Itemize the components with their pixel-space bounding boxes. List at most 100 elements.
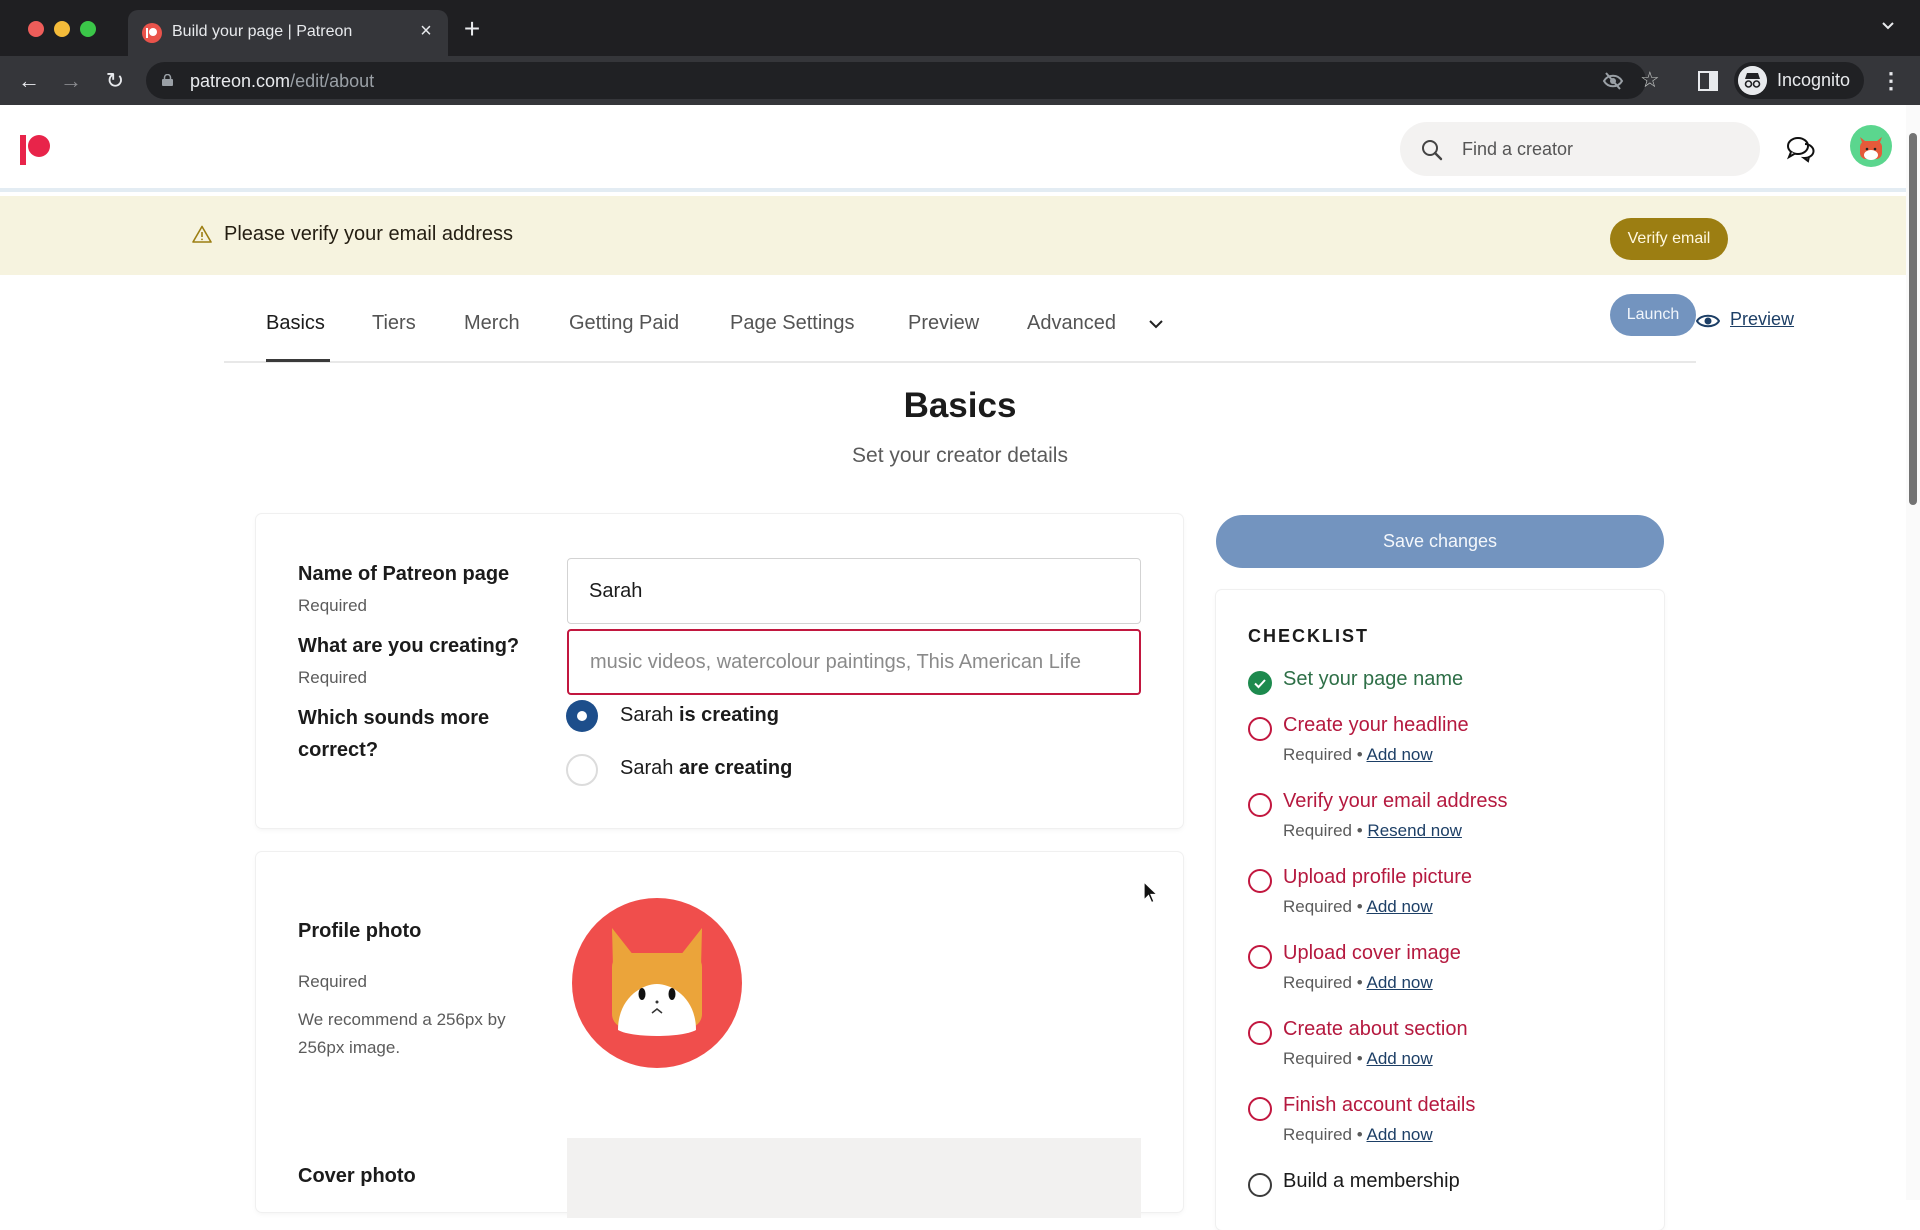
resend-now-link[interactable]: Resend now bbox=[1367, 821, 1462, 840]
required-text: Required bbox=[1283, 821, 1352, 840]
tab-merch[interactable]: Merch bbox=[464, 312, 520, 335]
option-name: Sarah bbox=[620, 757, 674, 779]
required-text: Required bbox=[1283, 973, 1352, 992]
profile-photo-label: Profile photo bbox=[298, 920, 422, 942]
back-button[interactable]: ← bbox=[14, 66, 44, 96]
required-text: Required bbox=[1283, 897, 1352, 916]
creating-input[interactable] bbox=[567, 629, 1141, 695]
creator-search[interactable] bbox=[1400, 122, 1760, 176]
tab-close-icon[interactable]: × bbox=[414, 19, 438, 43]
empty-circle-icon bbox=[1248, 869, 1272, 893]
checklist-item-label: Build a membership bbox=[1283, 1170, 1460, 1192]
browser-toolbar: ← → ↻ patreon.com/edit/about ☆ Incognito… bbox=[0, 56, 1920, 105]
checklist-item-label: Upload cover image bbox=[1283, 942, 1461, 964]
separator: • bbox=[1356, 821, 1363, 840]
page-title: Basics bbox=[903, 386, 1017, 425]
checklist-item-sub: Required • Add now bbox=[1283, 973, 1433, 993]
empty-circle-icon bbox=[1248, 945, 1272, 969]
address-bar[interactable]: patreon.com/edit/about ☆ bbox=[146, 62, 1660, 99]
cover-photo-dropzone[interactable] bbox=[567, 1138, 1141, 1218]
tab-title: Build your page | Patreon bbox=[172, 23, 353, 40]
editor-tabs: Basics Tiers Merch Getting Paid Page Set… bbox=[224, 294, 1794, 363]
tab-page-settings[interactable]: Page Settings bbox=[730, 312, 855, 335]
checklist-item-label: Create about section bbox=[1283, 1018, 1468, 1040]
window-close-button[interactable] bbox=[28, 21, 44, 37]
checklist-item-label: Upload profile picture bbox=[1283, 866, 1472, 888]
verify-email-banner: Please verify your email address Verify … bbox=[0, 196, 1906, 275]
forward-button[interactable]: → bbox=[56, 66, 86, 96]
url-text[interactable]: patreon.com/edit/about bbox=[190, 71, 374, 92]
browser-menu-icon[interactable]: ⋮ bbox=[1880, 66, 1902, 96]
chevron-down-icon[interactable] bbox=[1146, 314, 1166, 334]
tab-strip: Build your page | Patreon × + bbox=[0, 0, 1920, 56]
reload-button[interactable]: ↻ bbox=[100, 66, 130, 96]
side-panel-icon[interactable] bbox=[1698, 71, 1718, 91]
url-path: /edit/about bbox=[290, 71, 375, 91]
separator: • bbox=[1356, 973, 1363, 992]
checklist-title: CHECKLIST bbox=[1248, 626, 1369, 646]
empty-circle-icon bbox=[1248, 717, 1272, 741]
checklist-item-label: Verify your email address bbox=[1283, 790, 1508, 812]
checklist-item-sub: Required • Add now bbox=[1283, 1125, 1433, 1145]
tab-search-chevron-icon[interactable] bbox=[1876, 18, 1900, 42]
save-changes-button[interactable]: Save changes bbox=[1216, 515, 1664, 568]
tab-getting-paid[interactable]: Getting Paid bbox=[569, 312, 679, 335]
patreon-logo[interactable] bbox=[20, 135, 54, 169]
page-scrollbar[interactable] bbox=[1906, 105, 1920, 1200]
grammar-label: Which sounds more correct? bbox=[298, 707, 490, 761]
profile-photo-required: Required bbox=[298, 972, 367, 991]
user-avatar[interactable] bbox=[1850, 125, 1892, 167]
creating-label: What are you creating? bbox=[298, 635, 520, 657]
add-now-link[interactable]: Add now bbox=[1366, 745, 1432, 764]
preview-link-label[interactable]: Preview bbox=[1730, 309, 1794, 330]
verify-email-button[interactable]: Verify email bbox=[1610, 218, 1728, 260]
radio-are-creating-label[interactable]: Sarah are creating bbox=[620, 757, 792, 780]
incognito-profile-button[interactable]: Incognito bbox=[1734, 62, 1864, 99]
add-now-link[interactable]: Add now bbox=[1366, 897, 1432, 916]
launch-button[interactable]: Launch bbox=[1610, 294, 1696, 336]
separator: • bbox=[1356, 1049, 1363, 1068]
radio-are-creating[interactable] bbox=[566, 754, 598, 786]
url-host: patreon.com bbox=[190, 71, 291, 91]
messages-icon[interactable] bbox=[1786, 135, 1818, 163]
tab-tiers[interactable]: Tiers bbox=[372, 312, 416, 335]
logo-bar bbox=[20, 135, 26, 165]
search-icon bbox=[1422, 140, 1443, 161]
page-subtitle: Set your creator details bbox=[852, 444, 1068, 467]
browser-chrome: Build your page | Patreon × + ← → ↻ patr… bbox=[0, 0, 1920, 105]
empty-circle-icon bbox=[1248, 1021, 1272, 1045]
tab-basics[interactable]: Basics bbox=[266, 312, 325, 335]
page-name-input[interactable] bbox=[567, 558, 1141, 624]
checklist-item-sub: Required • Add now bbox=[1283, 745, 1433, 765]
radio-is-creating[interactable] bbox=[566, 700, 598, 732]
lock-icon bbox=[162, 74, 173, 86]
required-text: Required bbox=[1283, 745, 1352, 764]
warning-icon bbox=[192, 225, 212, 243]
add-now-link[interactable]: Add now bbox=[1366, 973, 1432, 992]
option-name: Sarah bbox=[620, 704, 674, 726]
empty-circle-icon bbox=[1248, 793, 1272, 817]
tab-advanced[interactable]: Advanced bbox=[1027, 312, 1116, 335]
checklist-item-label: Set your page name bbox=[1283, 668, 1464, 690]
checklist-card: CHECKLIST Set your page name Create your… bbox=[1216, 590, 1664, 1230]
bookmark-star-icon[interactable]: ☆ bbox=[1640, 67, 1664, 93]
patreon-favicon-icon bbox=[142, 23, 162, 43]
required-text: Required bbox=[1283, 1125, 1352, 1144]
search-input[interactable] bbox=[1462, 122, 1742, 176]
browser-tab[interactable]: Build your page | Patreon × bbox=[128, 10, 448, 56]
eye-off-icon[interactable] bbox=[1602, 71, 1624, 91]
tab-preview[interactable]: Preview bbox=[908, 312, 979, 335]
add-now-link[interactable]: Add now bbox=[1366, 1049, 1432, 1068]
check-circle-icon bbox=[1248, 671, 1272, 695]
checklist-item-sub: Required • Resend now bbox=[1283, 821, 1462, 841]
profile-photo[interactable] bbox=[572, 898, 742, 1068]
active-tab-indicator bbox=[266, 359, 330, 362]
checklist-item-sub: Required • Add now bbox=[1283, 1049, 1433, 1069]
window-maximize-button[interactable] bbox=[80, 21, 96, 37]
add-now-link[interactable]: Add now bbox=[1366, 1125, 1432, 1144]
site-header bbox=[0, 105, 1906, 192]
new-tab-button[interactable]: + bbox=[460, 15, 484, 43]
radio-is-creating-label[interactable]: Sarah is creating bbox=[620, 704, 779, 727]
window-minimize-button[interactable] bbox=[54, 21, 70, 37]
separator: • bbox=[1356, 1125, 1363, 1144]
